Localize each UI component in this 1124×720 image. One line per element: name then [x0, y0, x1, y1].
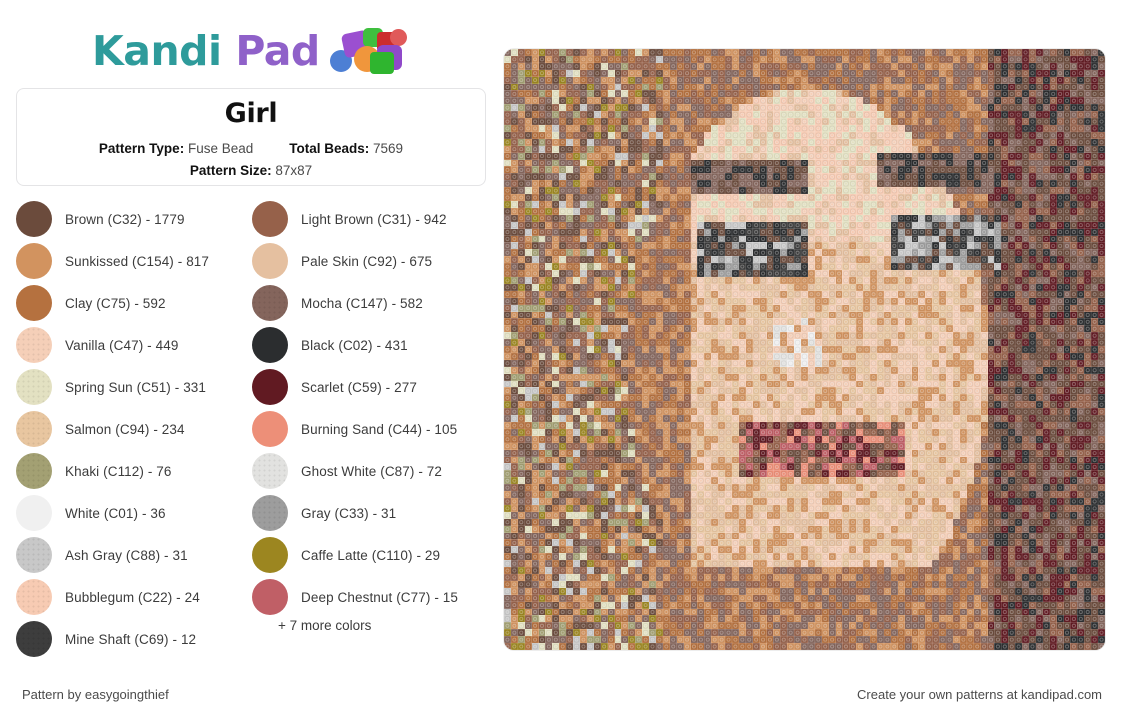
legend-item: Caffe Latte (C110) - 29: [252, 534, 488, 576]
legend-item-label: Vanilla (C47) - 449: [65, 337, 179, 353]
footer-credit: Pattern by easygoingthief: [22, 686, 169, 702]
pattern-preview-canvas: [504, 49, 1105, 650]
color-swatch: [16, 285, 52, 321]
legend-item-label: White (C01) - 36: [65, 505, 166, 521]
legend-item: Pale Skin (C92) - 675: [252, 240, 488, 282]
brand-beads-icon: [329, 28, 408, 74]
legend-item-label: Ghost White (C87) - 72: [301, 463, 442, 479]
color-swatch: [16, 411, 52, 447]
color-swatch: [16, 201, 52, 237]
color-swatch: [16, 327, 52, 363]
color-swatch: [16, 243, 52, 279]
legend-item: Burning Sand (C44) - 105: [252, 408, 488, 450]
legend-item-label: Gray (C33) - 31: [301, 505, 397, 521]
legend-item: Light Brown (C31) - 942: [252, 198, 488, 240]
legend-item-label: Sunkissed (C154) - 817: [65, 253, 210, 269]
color-swatch: [252, 285, 288, 321]
more-colors-label: + 7 more colors: [278, 618, 372, 633]
legend-item: Ash Gray (C88) - 31: [16, 534, 252, 576]
page-footer: Pattern by easygoingthief Create your ow…: [0, 668, 1124, 720]
legend-item-label: Caffe Latte (C110) - 29: [301, 547, 441, 563]
pattern-info-card: Girl Pattern Type: Fuse Bead Total Beads…: [16, 88, 486, 186]
color-swatch: [16, 495, 52, 531]
color-swatch: [252, 327, 288, 363]
pattern-page: Kandi Pad Girl Pattern Type: Fuse Bead T…: [0, 0, 1124, 720]
left-column: Kandi Pad Girl Pattern Type: Fuse Bead T…: [0, 0, 500, 672]
legend-item: Sunkissed (C154) - 817: [16, 240, 252, 282]
color-swatch: [252, 495, 288, 531]
color-swatch: [252, 579, 288, 615]
color-swatch: [252, 369, 288, 405]
page-title: Girl: [224, 98, 278, 129]
legend-item-label: Ash Gray (C88) - 31: [65, 547, 188, 563]
legend-item: Ghost White (C87) - 72: [252, 450, 488, 492]
color-swatch: [252, 537, 288, 573]
color-swatch: [16, 579, 52, 615]
brand-logo[interactable]: Kandi Pad: [92, 22, 408, 80]
legend-item: Black (C02) - 431: [252, 324, 488, 366]
color-legend: Brown (C32) - 1779 Light Brown (C31) - 94…: [16, 198, 486, 660]
total-beads-label: Total Beads:: [289, 140, 370, 156]
legend-item: Clay (C75) - 592: [16, 282, 252, 324]
pattern-size-label: Pattern Size:: [189, 162, 272, 178]
legend-item-label: Brown (C32) - 1779: [65, 211, 185, 227]
legend-item: Scarlet (C59) - 277: [252, 366, 488, 408]
brand-logo-kandi: Kandi: [92, 26, 222, 75]
color-swatch: [16, 621, 52, 657]
meta-row-primary: Pattern Type: Fuse Bead Total Beads: 756…: [99, 139, 403, 160]
brand-logo-pad: Pad: [235, 26, 320, 75]
pattern-size-value: 87x87: [275, 162, 313, 178]
legend-item: Brown (C32) - 1779: [16, 198, 252, 240]
footer-promo: Create your own patterns at kandipad.com: [857, 686, 1102, 702]
legend-item-label: Salmon (C94) - 234: [65, 421, 185, 437]
legend-item: Salmon (C94) - 234: [16, 408, 252, 450]
color-swatch: [16, 537, 52, 573]
color-swatch: [16, 453, 52, 489]
legend-item: Bubblegum (C22) - 24: [16, 576, 252, 618]
legend-item-label: Pale Skin (C92) - 675: [301, 253, 433, 269]
total-beads-value: 7569: [373, 140, 404, 156]
brand-logo-text: Kandi Pad: [92, 30, 320, 72]
meta-pattern-size: Pattern Size: 87x87: [190, 161, 312, 182]
legend-item: Deep Chestnut (C77) - 15: [252, 576, 488, 618]
pattern-type-label: Pattern Type:: [98, 140, 185, 156]
legend-item-label: Burning Sand (C44) - 105: [301, 421, 458, 437]
legend-item: White (C01) - 36: [16, 492, 252, 534]
meta-row-secondary: Pattern Size: 87x87: [190, 161, 312, 182]
legend-item-label: Deep Chestnut (C77) - 15: [301, 589, 458, 605]
legend-item-label: Mine Shaft (C69) - 12: [65, 631, 197, 647]
color-swatch: [252, 243, 288, 279]
color-swatch: [16, 369, 52, 405]
legend-item: Gray (C33) - 31: [252, 492, 488, 534]
legend-item-label: Scarlet (C59) - 277: [301, 379, 417, 395]
legend-item: Khaki (C112) - 76: [16, 450, 252, 492]
legend-item: Mocha (C147) - 582: [252, 282, 488, 324]
legend-item: Mine Shaft (C69) - 12: [16, 618, 252, 660]
legend-item: Spring Sun (C51) - 331: [16, 366, 252, 408]
legend-item-label: Mocha (C147) - 582: [301, 295, 423, 311]
legend-item-label: Light Brown (C31) - 942: [301, 211, 447, 227]
pattern-preview[interactable]: [504, 49, 1105, 650]
color-swatch: [252, 201, 288, 237]
legend-item-label: Clay (C75) - 592: [65, 295, 166, 311]
color-swatch: [252, 453, 288, 489]
meta-pattern-type: Pattern Type: Fuse Bead: [99, 139, 253, 160]
legend-item-label: Bubblegum (C22) - 24: [65, 589, 200, 605]
color-swatch: [252, 411, 288, 447]
legend-item-label: Khaki (C112) - 76: [65, 463, 172, 479]
pattern-type-value: Fuse Bead: [187, 140, 254, 156]
meta-total-beads: Total Beads: 7569: [289, 139, 403, 160]
legend-item-label: Spring Sun (C51) - 331: [65, 379, 207, 395]
legend-item-label: Black (C02) - 431: [301, 337, 408, 353]
legend-item: Vanilla (C47) - 449: [16, 324, 252, 366]
